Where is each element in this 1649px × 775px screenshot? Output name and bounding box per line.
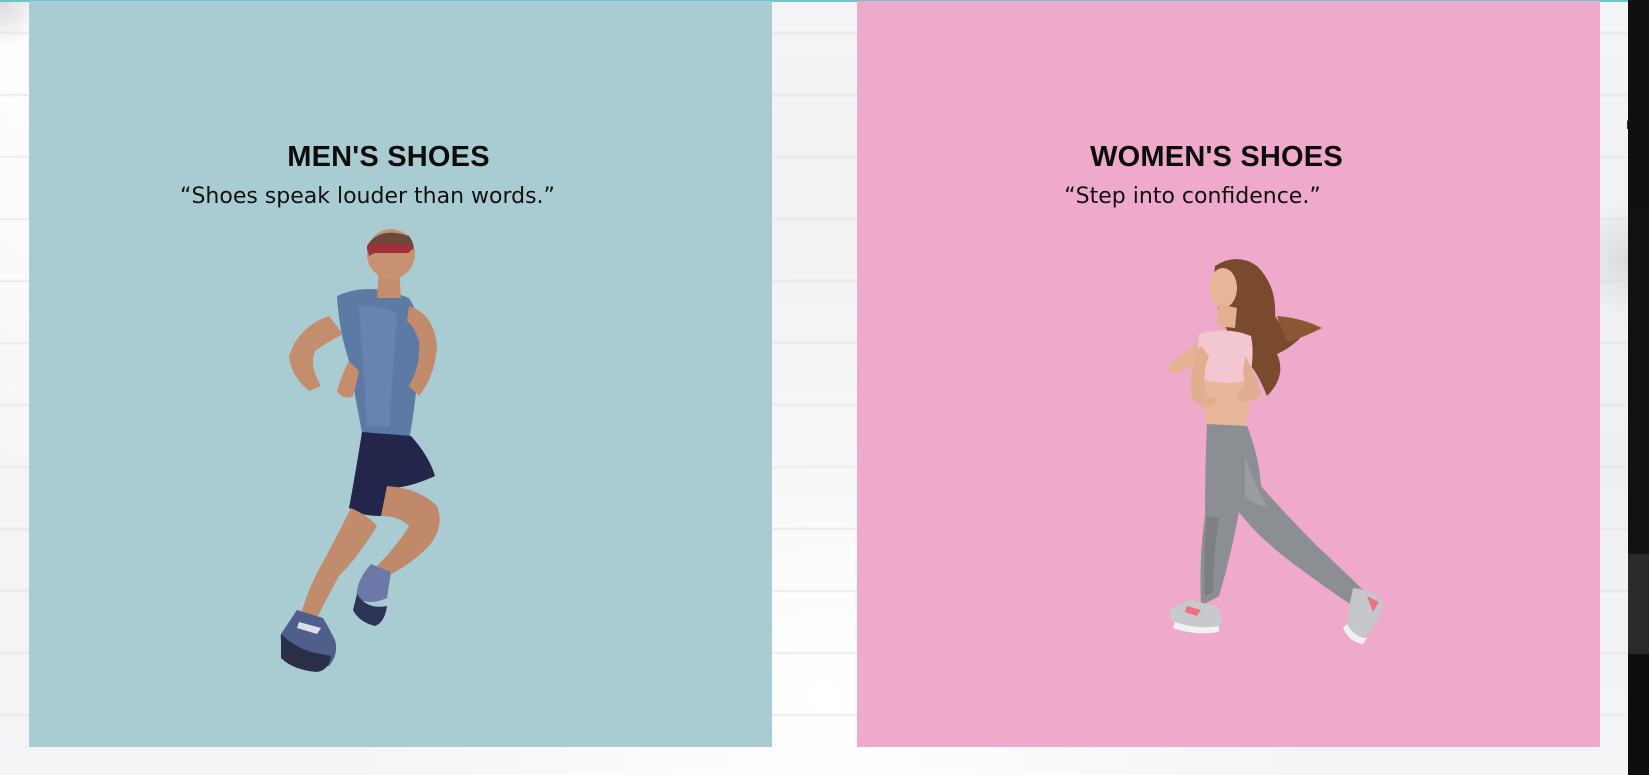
womens-shoes-card[interactable]: WOMEN'S SHOES “Step into confidence.” [857, 1, 1600, 747]
mens-shoes-card[interactable]: MEN'S SHOES “Shoes speak louder than wor… [29, 1, 772, 747]
male-runner-image [280, 229, 440, 672]
adjacent-panel-text-fragment: nd [1626, 116, 1646, 133]
mens-shoes-quote: “Shoes speak louder than words.” [180, 184, 555, 209]
womens-shoes-title: WOMEN'S SHOES [1090, 141, 1343, 173]
background-decoration-left [0, 0, 30, 60]
female-runner-image [1168, 259, 1383, 644]
page: MEN'S SHOES “Shoes speak louder than wor… [0, 0, 1649, 775]
mens-shoes-title: MEN'S SHOES [287, 141, 490, 173]
womens-shoes-quote: “Step into confidence.” [1064, 184, 1321, 209]
background-decoration-right [1600, 190, 1630, 330]
